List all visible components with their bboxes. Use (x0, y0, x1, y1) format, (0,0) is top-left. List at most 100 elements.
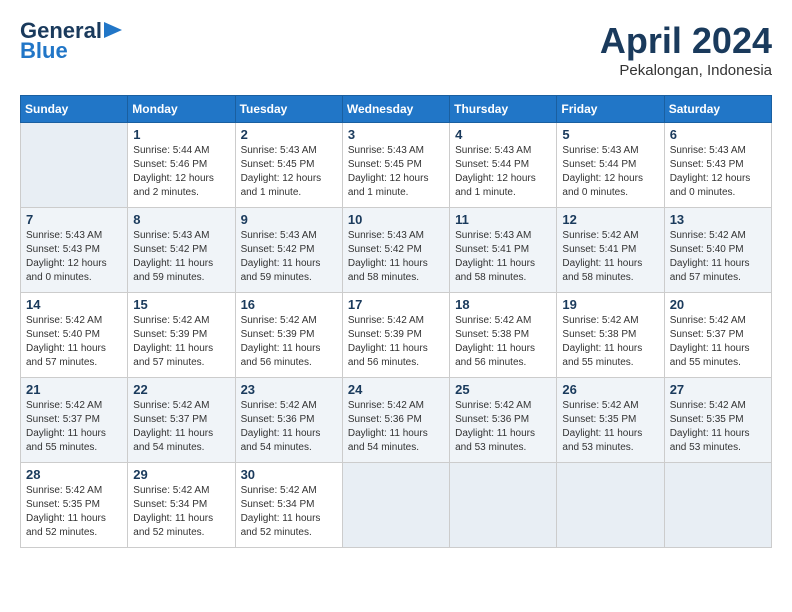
day-number: 21 (26, 382, 122, 397)
day-info: Sunrise: 5:43 AM Sunset: 5:43 PM Dayligh… (670, 144, 766, 200)
weekday-header-tuesday: Tuesday (235, 96, 342, 123)
weekday-header-sunday: Sunday (21, 96, 128, 123)
calendar-cell: 23 Sunrise: 5:42 AM Sunset: 5:36 PM Dayli… (235, 378, 342, 463)
weekday-header-saturday: Saturday (664, 96, 771, 123)
calendar-week-row: 28 Sunrise: 5:42 AM Sunset: 5:35 PM Dayli… (21, 463, 772, 548)
day-info: Sunrise: 5:42 AM Sunset: 5:40 PM Dayligh… (670, 229, 766, 285)
calendar-cell: 10 Sunrise: 5:43 AM Sunset: 5:42 PM Dayli… (342, 208, 449, 293)
day-number: 2 (241, 127, 337, 142)
day-number: 26 (562, 382, 658, 397)
day-number: 4 (455, 127, 551, 142)
day-number: 25 (455, 382, 551, 397)
calendar-cell: 18 Sunrise: 5:42 AM Sunset: 5:38 PM Dayli… (450, 293, 557, 378)
weekday-header-thursday: Thursday (450, 96, 557, 123)
calendar-cell: 26 Sunrise: 5:42 AM Sunset: 5:35 PM Dayli… (557, 378, 664, 463)
calendar-cell: 7Sunrise: 5:43 AM Sunset: 5:43 PM Daylig… (21, 208, 128, 293)
logo-blue-text: Blue (20, 40, 68, 62)
calendar-cell (557, 463, 664, 548)
calendar-cell: 29 Sunrise: 5:42 AM Sunset: 5:34 PM Dayli… (128, 463, 235, 548)
calendar-cell (21, 123, 128, 208)
day-info: Sunrise: 5:42 AM Sunset: 5:36 PM Dayligh… (348, 399, 444, 455)
day-number: 17 (348, 297, 444, 312)
calendar-cell (342, 463, 449, 548)
calendar-cell: 19 Sunrise: 5:42 AM Sunset: 5:38 PM Dayli… (557, 293, 664, 378)
day-info: Sunrise: 5:42 AM Sunset: 5:41 PM Dayligh… (562, 229, 658, 285)
day-number: 13 (670, 212, 766, 227)
day-info: Sunrise: 5:43 AM Sunset: 5:44 PM Dayligh… (562, 144, 658, 200)
day-info: Sunrise: 5:42 AM Sunset: 5:40 PM Dayligh… (26, 314, 122, 370)
day-info: Sunrise: 5:43 AM Sunset: 5:42 PM Dayligh… (348, 229, 444, 285)
day-number: 29 (133, 467, 229, 482)
calendar-cell: 30Sunrise: 5:42 AM Sunset: 5:34 PM Dayli… (235, 463, 342, 548)
day-number: 23 (241, 382, 337, 397)
day-number: 19 (562, 297, 658, 312)
calendar-week-row: 1Sunrise: 5:44 AM Sunset: 5:46 PM Daylig… (21, 123, 772, 208)
day-info: Sunrise: 5:42 AM Sunset: 5:34 PM Dayligh… (241, 484, 337, 540)
calendar-table: SundayMondayTuesdayWednesdayThursdayFrid… (20, 95, 772, 548)
day-number: 14 (26, 297, 122, 312)
calendar-cell: 20 Sunrise: 5:42 AM Sunset: 5:37 PM Dayli… (664, 293, 771, 378)
calendar-cell: 2 Sunrise: 5:43 AM Sunset: 5:45 PM Daylig… (235, 123, 342, 208)
day-info: Sunrise: 5:42 AM Sunset: 5:35 PM Dayligh… (26, 484, 122, 540)
calendar-cell: 3 Sunrise: 5:43 AM Sunset: 5:45 PM Daylig… (342, 123, 449, 208)
calendar-cell: 21Sunrise: 5:42 AM Sunset: 5:37 PM Dayli… (21, 378, 128, 463)
day-number: 24 (348, 382, 444, 397)
day-info: Sunrise: 5:42 AM Sunset: 5:34 PM Dayligh… (133, 484, 229, 540)
day-info: Sunrise: 5:42 AM Sunset: 5:38 PM Dayligh… (562, 314, 658, 370)
day-info: Sunrise: 5:43 AM Sunset: 5:45 PM Dayligh… (241, 144, 337, 200)
calendar-cell: 11 Sunrise: 5:43 AM Sunset: 5:41 PM Dayli… (450, 208, 557, 293)
calendar-cell: 14 Sunrise: 5:42 AM Sunset: 5:40 PM Dayli… (21, 293, 128, 378)
calendar-cell: 1Sunrise: 5:44 AM Sunset: 5:46 PM Daylig… (128, 123, 235, 208)
weekday-header-friday: Friday (557, 96, 664, 123)
day-number: 10 (348, 212, 444, 227)
day-number: 16 (241, 297, 337, 312)
calendar-cell: 25 Sunrise: 5:42 AM Sunset: 5:36 PM Dayli… (450, 378, 557, 463)
weekday-header-monday: Monday (128, 96, 235, 123)
calendar-cell (450, 463, 557, 548)
day-number: 15 (133, 297, 229, 312)
day-info: Sunrise: 5:43 AM Sunset: 5:45 PM Dayligh… (348, 144, 444, 200)
day-number: 9 (241, 212, 337, 227)
day-info: Sunrise: 5:42 AM Sunset: 5:39 PM Dayligh… (241, 314, 337, 370)
calendar-cell: 8 Sunrise: 5:43 AM Sunset: 5:42 PM Daylig… (128, 208, 235, 293)
day-number: 11 (455, 212, 551, 227)
day-number: 3 (348, 127, 444, 142)
day-number: 28 (26, 467, 122, 482)
day-info: Sunrise: 5:43 AM Sunset: 5:42 PM Dayligh… (133, 229, 229, 285)
calendar-cell: 27 Sunrise: 5:42 AM Sunset: 5:35 PM Dayli… (664, 378, 771, 463)
day-number: 18 (455, 297, 551, 312)
day-info: Sunrise: 5:43 AM Sunset: 5:41 PM Dayligh… (455, 229, 551, 285)
calendar-cell: 22Sunrise: 5:42 AM Sunset: 5:37 PM Dayli… (128, 378, 235, 463)
day-info: Sunrise: 5:42 AM Sunset: 5:38 PM Dayligh… (455, 314, 551, 370)
calendar-cell: 24 Sunrise: 5:42 AM Sunset: 5:36 PM Dayli… (342, 378, 449, 463)
day-number: 27 (670, 382, 766, 397)
calendar-week-row: 14 Sunrise: 5:42 AM Sunset: 5:40 PM Dayli… (21, 293, 772, 378)
day-info: Sunrise: 5:43 AM Sunset: 5:42 PM Dayligh… (241, 229, 337, 285)
day-info: Sunrise: 5:43 AM Sunset: 5:43 PM Dayligh… (26, 229, 122, 285)
month-title: April 2024 (600, 20, 772, 62)
day-info: Sunrise: 5:42 AM Sunset: 5:35 PM Dayligh… (562, 399, 658, 455)
page-header: General Blue April 2024 Pekalongan, Indo… (20, 20, 772, 79)
weekday-header-row: SundayMondayTuesdayWednesdayThursdayFrid… (21, 96, 772, 123)
day-number: 20 (670, 297, 766, 312)
calendar-cell: 15 Sunrise: 5:42 AM Sunset: 5:39 PM Dayli… (128, 293, 235, 378)
day-number: 8 (133, 212, 229, 227)
day-info: Sunrise: 5:42 AM Sunset: 5:36 PM Dayligh… (455, 399, 551, 455)
day-info: Sunrise: 5:42 AM Sunset: 5:37 PM Dayligh… (670, 314, 766, 370)
calendar-cell (664, 463, 771, 548)
day-number: 12 (562, 212, 658, 227)
calendar-cell: 9 Sunrise: 5:43 AM Sunset: 5:42 PM Daylig… (235, 208, 342, 293)
day-info: Sunrise: 5:42 AM Sunset: 5:39 PM Dayligh… (348, 314, 444, 370)
day-info: Sunrise: 5:42 AM Sunset: 5:39 PM Dayligh… (133, 314, 229, 370)
title-area: April 2024 Pekalongan, Indonesia (600, 20, 772, 79)
calendar-cell: 17 Sunrise: 5:42 AM Sunset: 5:39 PM Dayli… (342, 293, 449, 378)
calendar-cell: 5Sunrise: 5:43 AM Sunset: 5:44 PM Daylig… (557, 123, 664, 208)
calendar-cell: 12 Sunrise: 5:42 AM Sunset: 5:41 PM Dayli… (557, 208, 664, 293)
day-number: 6 (670, 127, 766, 142)
day-info: Sunrise: 5:42 AM Sunset: 5:37 PM Dayligh… (133, 399, 229, 455)
logo: General Blue (20, 20, 122, 62)
calendar-week-row: 21 Sunrise: 5:42 AM Sunset: 5:37 PM Dayli… (21, 378, 772, 463)
day-info: Sunrise: 5:42 AM Sunset: 5:35 PM Dayligh… (670, 399, 766, 455)
day-number: 1 (133, 127, 229, 142)
day-info: Sunrise: 5:42 AM Sunset: 5:36 PM Dayligh… (241, 399, 337, 455)
